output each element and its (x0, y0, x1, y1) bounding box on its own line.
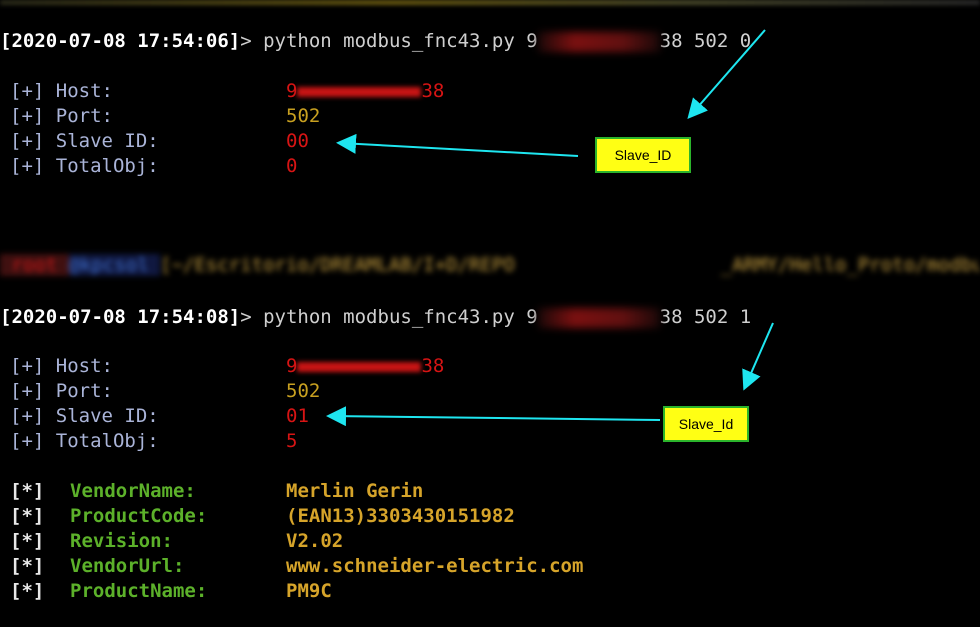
object-bracket: [*] (10, 530, 45, 552)
command-prefix: python modbus_fnc43.py 9 (251, 30, 538, 52)
vendor-url-value: www.schneider-electric.com (286, 555, 584, 577)
port-row: [+] Port: (10, 379, 113, 404)
object-bracket: [*] (10, 555, 45, 577)
host-label: [+] Host: (10, 80, 113, 102)
port-label: [+] Port: (10, 380, 113, 402)
port-value: 502 (286, 380, 321, 402)
host-value-prefix: 9 (286, 355, 298, 377)
redacted-host (297, 86, 422, 97)
arrow-to-annotation-2 (742, 322, 774, 391)
arrow-to-slave-id-1 (336, 133, 579, 157)
vendor-name-value: Merlin Gerin (286, 480, 424, 502)
prompt-symbol: > (240, 30, 252, 52)
revision-value: V2.02 (286, 530, 344, 552)
host-value-prefix: 9 (286, 80, 298, 102)
command-suffix: 38 502 1 (659, 306, 752, 328)
blurred-path-bar: root @kpcsol [~/Escritorio/DREAMLAB/I+D/… (0, 252, 980, 278)
host-value: 9 38 (286, 79, 444, 104)
prompt-symbol: > (240, 306, 252, 328)
vendor-name-key: VendorName: (70, 480, 196, 502)
product-code-value: (EAN13)3303430151982 (286, 505, 515, 527)
command-suffix: 38 502 0 (659, 30, 752, 52)
revision-key: Revision: (70, 530, 173, 552)
object-bracket: [*] (10, 580, 45, 602)
port-row: [+] Port: (10, 104, 113, 129)
host-value: 9 38 (286, 354, 444, 379)
host-row: [+] Host: (10, 79, 113, 104)
redacted-ip (537, 307, 660, 328)
prompt-timestamp: [2020-07-08 17:54:08] (0, 306, 241, 328)
prompt-timestamp: [2020-07-08 17:54:06] (0, 30, 241, 52)
vendor-url-key: VendorUrl: (70, 555, 185, 577)
arrow-to-slave-id-2 (326, 406, 661, 427)
slave-id-value: 00 (286, 130, 309, 152)
command-prefix: python modbus_fnc43.py 9 (251, 306, 538, 328)
product-name-value: PM9C (286, 580, 332, 602)
product-name-key: ProductName: (70, 580, 208, 602)
totalobj-row: [+] TotalObj: (10, 154, 159, 179)
slave-id-annotation-2: Slave_Id (663, 406, 749, 442)
totalobj-label: [+] TotalObj: (10, 155, 159, 177)
slave-id-value: 01 (286, 405, 309, 427)
host-value-suffix: 38 (421, 355, 445, 377)
path-host: @kpcsol (68, 254, 161, 276)
slave-id-row: [+] Slave ID: (10, 129, 159, 154)
host-label: [+] Host: (10, 355, 113, 377)
path-user: root (0, 254, 69, 276)
redacted-ip (537, 31, 660, 52)
totalobj-value: 0 (286, 155, 298, 177)
port-label: [+] Port: (10, 105, 113, 127)
host-row: [+] Host: (10, 354, 113, 379)
totalobj-value: 5 (286, 430, 298, 452)
product-code-key: ProductCode: (70, 505, 208, 527)
prompt-line-1: [2020-07-08 17:54:06]> python modbus_fnc… (0, 4, 751, 52)
redacted-host (297, 361, 422, 372)
totalobj-row: [+] TotalObj: (10, 429, 159, 454)
path-dir: [~/Escritorio/DREAMLAB/I+D/REPO _ARMY/He… (160, 254, 980, 276)
host-value-suffix: 38 (421, 80, 445, 102)
slave-id-label: [+] Slave ID: (10, 405, 159, 427)
object-bracket: [*] (10, 480, 45, 502)
slave-id-row: [+] Slave ID: (10, 404, 159, 429)
slave-id-label: [+] Slave ID: (10, 130, 159, 152)
prompt-line-2: [2020-07-08 17:54:08]> python modbus_fnc… (0, 280, 751, 328)
totalobj-label: [+] TotalObj: (10, 430, 159, 452)
slave-id-annotation-1: Slave_ID (595, 137, 691, 173)
port-value: 502 (286, 105, 321, 127)
object-bracket: [*] (10, 505, 45, 527)
